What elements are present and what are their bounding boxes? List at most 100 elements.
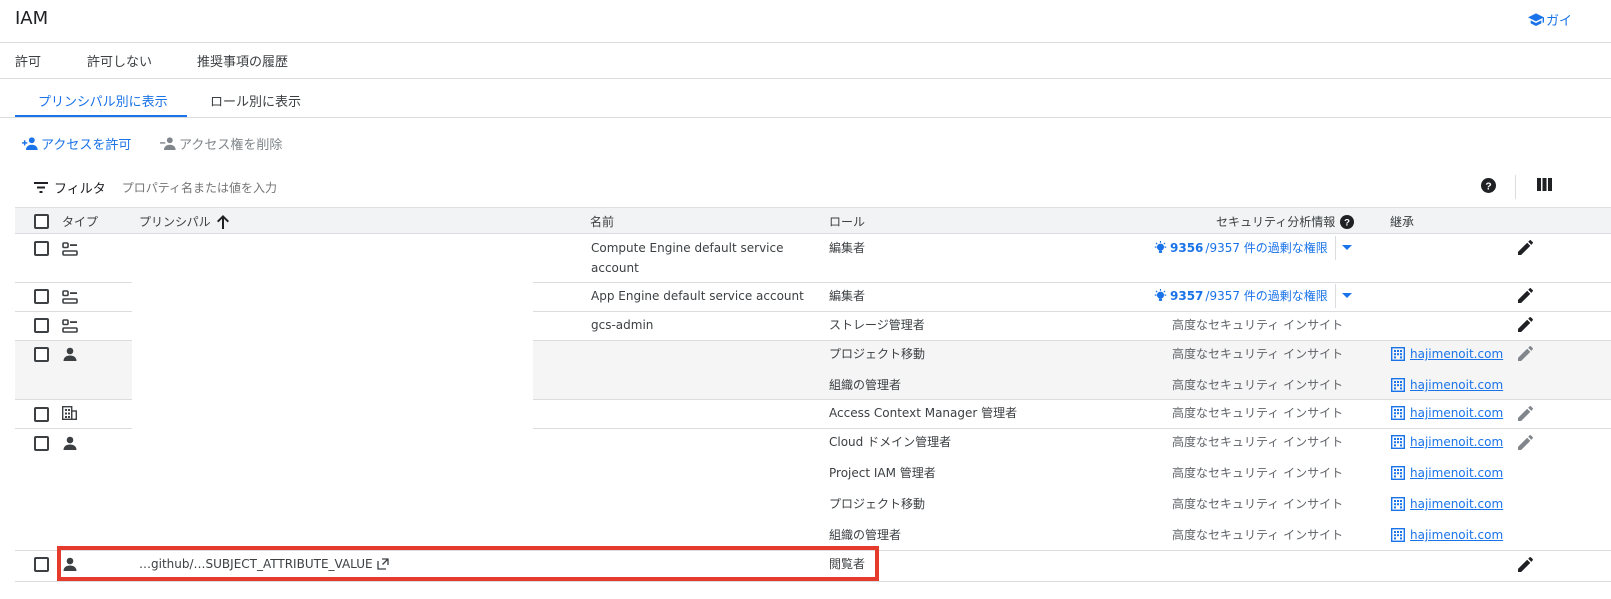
column-header-name[interactable]: 名前 — [590, 213, 614, 230]
grant-access-button[interactable]: アクセスを許可 — [22, 134, 131, 153]
inheritance-domain: hajimenoit.com — [1410, 406, 1504, 420]
school-icon — [1528, 12, 1544, 26]
row-checkbox[interactable] — [34, 347, 49, 362]
filter-label: フィルタ — [54, 182, 106, 197]
row-divider — [533, 428, 1611, 429]
role-label: 編集者 — [829, 289, 866, 303]
role-label: Access Context Manager 管理者 — [829, 406, 1018, 420]
select-all-checkbox[interactable] — [34, 214, 49, 229]
security-insight-text: 高度なセキュリティ インサイト — [1172, 318, 1344, 332]
tab-deny[interactable]: 許可しない — [87, 51, 152, 70]
organization-icon — [1391, 435, 1405, 449]
inheritance-domain: hajimenoit.com — [1410, 435, 1504, 449]
security-insight-text: 高度なセキュリティ インサイト — [1172, 497, 1344, 511]
role-label: プロジェクト移動 — [829, 497, 926, 511]
inheritance-domain: hajimenoit.com — [1410, 347, 1504, 361]
row-checkbox[interactable] — [34, 557, 49, 572]
row-checkbox[interactable] — [34, 318, 49, 333]
help-icon[interactable]: ? — [1340, 214, 1355, 229]
inheritance-domain: hajimenoit.com — [1410, 466, 1504, 480]
service-account-icon — [62, 242, 78, 256]
divider — [1515, 175, 1516, 199]
inheritance-domain: hajimenoit.com — [1410, 497, 1504, 511]
tab-view-by-principal[interactable]: プリンシパル別に表示 — [38, 91, 168, 110]
dropdown-arrow-icon[interactable] — [1342, 293, 1352, 299]
security-insight-link[interactable]: 9357 /9357 件の過剰な権限 — [1153, 286, 1328, 306]
inheritance-link[interactable]: hajimenoit.com — [1391, 403, 1503, 423]
organization-icon — [1391, 406, 1405, 420]
page-title: IAM — [15, 8, 49, 29]
tab-allow[interactable]: 許可 — [15, 51, 41, 70]
tab-recommendation-history[interactable]: 推奨事項の履歴 — [197, 51, 288, 70]
lightbulb-icon — [1154, 241, 1167, 253]
domain-icon — [62, 406, 77, 420]
filter-input[interactable] — [121, 180, 422, 195]
row-checkbox[interactable] — [34, 407, 49, 422]
edit-icon[interactable] — [1518, 557, 1533, 572]
role-label: 編集者 — [829, 241, 866, 255]
column-header-role[interactable]: ロール — [829, 213, 865, 230]
column-header-type[interactable]: タイプ — [62, 213, 98, 230]
edit-icon[interactable] — [1518, 317, 1533, 332]
person-icon — [63, 436, 77, 450]
inheritance-link[interactable]: hajimenoit.com — [1391, 525, 1503, 545]
service-account-icon — [62, 319, 78, 333]
principal-name: App Engine default service account — [591, 289, 804, 303]
organization-icon — [1391, 378, 1405, 392]
filter-bar: フィルタ — [34, 178, 422, 197]
row-checkbox[interactable] — [34, 241, 49, 256]
role-label: Project IAM 管理者 — [829, 466, 936, 480]
row-divider — [15, 399, 132, 400]
column-header-security[interactable]: セキュリティ分析情報 ? — [1216, 213, 1355, 230]
security-insight-text: 高度なセキュリティ インサイト — [1172, 528, 1344, 542]
edit-icon[interactable] — [1518, 406, 1533, 421]
row-checkbox[interactable] — [34, 289, 49, 304]
security-insight-text: 高度なセキュリティ インサイト — [1172, 347, 1344, 361]
column-header-principal[interactable]: プリンシパル — [139, 213, 229, 230]
column-display-icon[interactable] — [1537, 178, 1552, 195]
security-insight-text: 高度なセキュリティ インサイト — [1172, 378, 1344, 392]
svg-text:?: ? — [1344, 217, 1350, 228]
row-divider — [15, 428, 132, 429]
row-divider — [15, 581, 1611, 582]
organization-icon — [1391, 347, 1405, 361]
person-add-icon — [22, 137, 38, 150]
role-label: ストレージ管理者 — [829, 318, 925, 332]
sort-ascending-icon — [216, 214, 229, 229]
column-header-inheritance[interactable]: 継承 — [1390, 213, 1414, 230]
filter-icon — [34, 182, 48, 193]
guide-link[interactable]: ガイ — [1528, 10, 1572, 29]
service-account-icon — [62, 290, 78, 304]
edit-icon[interactable] — [1518, 435, 1533, 450]
grant-access-label: アクセスを許可 — [41, 138, 132, 153]
organization-icon — [1391, 497, 1405, 511]
security-insight-text: 高度なセキュリティ インサイト — [1172, 466, 1344, 480]
role-label: プロジェクト移動 — [829, 347, 926, 361]
divider — [0, 117, 1611, 118]
row-divider — [15, 282, 132, 283]
remove-access-label: アクセス権を削除 — [179, 138, 283, 153]
remove-access-button[interactable]: アクセス権を削除 — [160, 134, 282, 153]
inheritance-link[interactable]: hajimenoit.com — [1391, 375, 1503, 395]
row-divider — [533, 311, 1611, 312]
row-divider — [533, 399, 1611, 400]
edit-icon[interactable] — [1518, 346, 1533, 361]
row-divider — [15, 311, 132, 312]
divider — [1335, 236, 1336, 260]
tab-view-by-role[interactable]: ロール別に表示 — [210, 91, 301, 110]
row-checkbox[interactable] — [34, 436, 49, 451]
inheritance-link[interactable]: hajimenoit.com — [1391, 463, 1503, 483]
divider — [1335, 284, 1336, 308]
security-insight-link[interactable]: 9356 /9357 件の過剰な権限 — [1153, 238, 1328, 258]
help-icon[interactable]: ? — [1481, 178, 1496, 197]
security-total: /9357 件の過剰な権限 — [1205, 241, 1328, 255]
inheritance-link[interactable]: hajimenoit.com — [1391, 344, 1503, 364]
inheritance-link[interactable]: hajimenoit.com — [1391, 432, 1503, 452]
security-count: 9356 — [1170, 241, 1204, 255]
role-label: Cloud ドメイン管理者 — [829, 435, 952, 449]
dropdown-arrow-icon[interactable] — [1342, 245, 1352, 251]
column-header-security-label: セキュリティ分析情報 — [1216, 215, 1336, 229]
edit-icon[interactable] — [1518, 240, 1533, 255]
edit-icon[interactable] — [1518, 288, 1533, 303]
inheritance-link[interactable]: hajimenoit.com — [1391, 494, 1503, 514]
